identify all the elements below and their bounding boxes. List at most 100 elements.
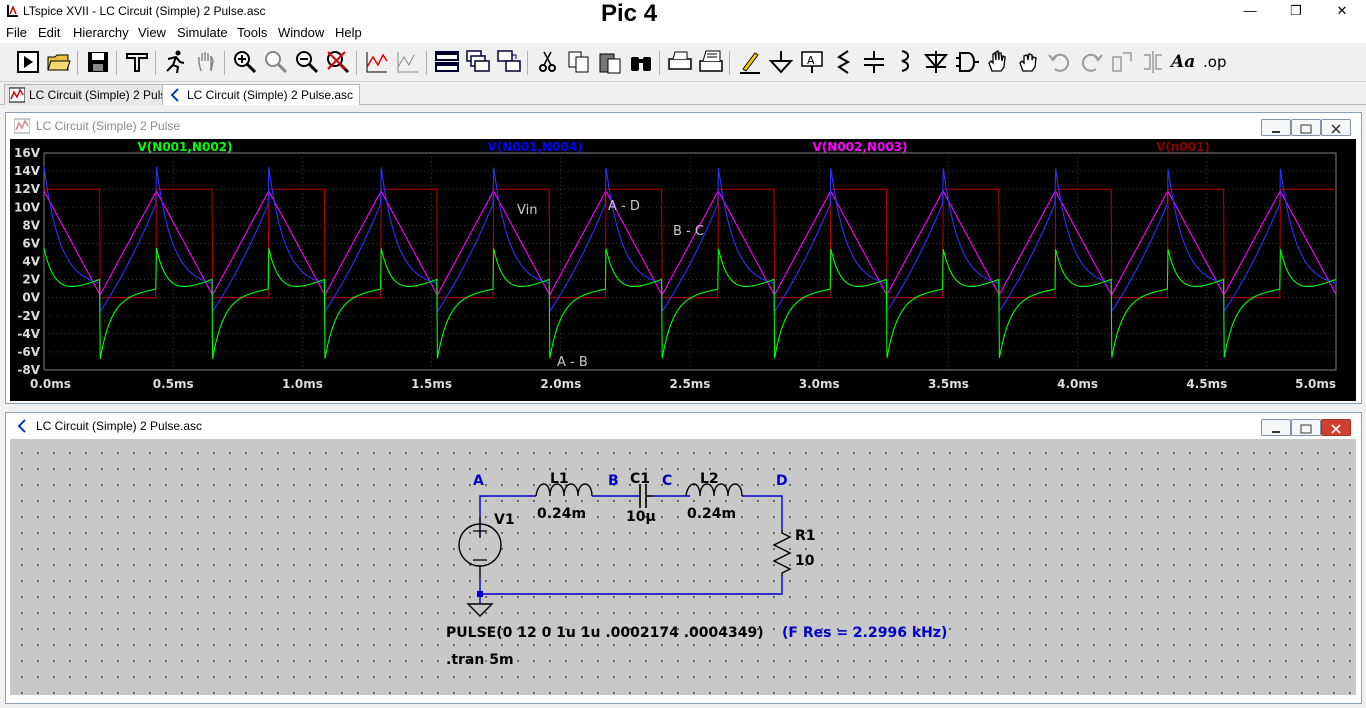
plot-annotation: Vin (517, 203, 537, 218)
find-icon[interactable] (628, 49, 654, 75)
waveform-window[interactable]: LC Circuit (Simple) 2 Pulse 16V 14V 12V 10V… (5, 112, 1362, 404)
toolbar-separator (729, 51, 730, 75)
menu-edit[interactable]: Edit (38, 25, 60, 40)
autorange-icon[interactable] (364, 49, 390, 75)
menu-view[interactable]: View (138, 25, 166, 40)
menu-file[interactable]: File (6, 25, 27, 40)
menu-window[interactable]: Window (278, 25, 324, 40)
spice-directive-icon[interactable]: .op (1203, 49, 1229, 75)
ground-icon[interactable] (768, 49, 794, 75)
x-tick-label: 5.0ms (1295, 377, 1336, 391)
cascade-icon[interactable] (465, 49, 491, 75)
trace-legend-label[interactable]: V(N002,N003) (813, 140, 908, 154)
waveform-plot[interactable]: 16V 14V 12V 10V 8V 6V 4V 2V 0V -2V -4V -6V -8V 0.0ms 0… (10, 139, 1356, 401)
y-tick-label: -4V (17, 327, 40, 341)
trace-line[interactable] (43, 190, 1337, 297)
diode-icon[interactable] (923, 49, 949, 75)
schematic-restore-button[interactable] (1291, 419, 1321, 436)
y-tick-label: 4V (22, 255, 40, 269)
capacitor-icon[interactable] (861, 49, 887, 75)
component-icon[interactable] (954, 49, 980, 75)
zoom-out-icon[interactable] (294, 49, 320, 75)
mirror-icon[interactable] (1140, 49, 1166, 75)
waveform-close-button[interactable] (1321, 119, 1351, 136)
waveform-chart[interactable]: 16V 14V 12V 10V 8V 6V 4V 2V 0V -2V -4V -6V -8V0.0ms 0… (10, 139, 1356, 401)
toolbar: A Aa .op (0, 43, 1366, 82)
schematic-canvas[interactable]: A B C D L1 0.24m C1 10µ L2 0.24m R1 10 V… (10, 439, 1356, 695)
waveform-tab-icon (9, 87, 25, 103)
schematic-drawing[interactable]: A B C D L1 0.24m C1 10µ L2 0.24m R1 10 V… (10, 439, 1356, 695)
resistor-r1[interactable] (772, 529, 792, 576)
tab-schematic[interactable]: LC Circuit (Simple) 2 Pulse.asc (162, 84, 361, 105)
schematic-close-button[interactable] (1321, 419, 1351, 436)
print-setup-icon[interactable] (698, 49, 724, 75)
y-tick-label: 12V (14, 182, 41, 196)
restore-button[interactable]: ❐ (1273, 0, 1319, 23)
copy-icon[interactable] (566, 49, 592, 75)
label-net-icon[interactable]: A (799, 49, 825, 75)
schematic-minimize-button[interactable] (1261, 419, 1291, 436)
minimize-button[interactable]: — (1227, 0, 1273, 23)
draw-wire-icon[interactable] (737, 49, 763, 75)
schematic-title-text: LC Circuit (Simple) 2 Pulse.asc (36, 419, 203, 433)
window-title: LTspice XVII - LC Circuit (Simple) 2 Pul… (23, 4, 266, 18)
text-icon[interactable]: Aa (1171, 49, 1197, 75)
run-icon[interactable] (15, 49, 41, 75)
waveform-minimize-button[interactable] (1261, 119, 1291, 136)
ground-symbol[interactable] (466, 591, 494, 617)
resistor-icon[interactable] (830, 49, 856, 75)
pulse-directive[interactable]: PULSE(0 12 0 1u 1u .0002174 .0004349) (446, 625, 764, 641)
zoom-in-icon[interactable] (232, 49, 258, 75)
menu-tools[interactable]: Tools (237, 25, 267, 40)
waveform-restore-button[interactable] (1291, 119, 1321, 136)
trace-legend-label[interactable]: V(n001) (1156, 140, 1210, 154)
r1-value: 10 (795, 553, 815, 569)
cut-icon[interactable] (535, 49, 561, 75)
rotate-icon[interactable] (1109, 49, 1135, 75)
v1-name: V1 (494, 512, 515, 528)
print-icon[interactable] (667, 49, 693, 75)
schematic-window-icon (17, 419, 26, 433)
paste-icon[interactable] (597, 49, 623, 75)
undo-icon[interactable] (1047, 49, 1073, 75)
menu-simulate[interactable]: Simulate (177, 25, 228, 40)
toolbar-separator (77, 51, 78, 75)
open-icon[interactable] (46, 49, 72, 75)
move-hand-icon[interactable] (985, 49, 1011, 75)
drag-hand-icon[interactable] (1016, 49, 1042, 75)
menu-hierarchy[interactable]: Hierarchy (73, 25, 129, 40)
zoom-cancel-icon[interactable] (325, 49, 351, 75)
x-tick-label: 0.5ms (153, 377, 194, 391)
menu-help[interactable]: Help (335, 25, 362, 40)
tran-directive[interactable]: .tran 5m (446, 652, 514, 668)
inductor-icon[interactable] (892, 49, 918, 75)
trace-legend-label[interactable]: V(N001,N002) (138, 140, 233, 154)
l1-value: 0.24m (537, 506, 586, 522)
schematic-window[interactable]: LC Circuit (Simple) 2 Pulse.asc A B C D … (5, 412, 1362, 704)
tile-vertical-icon[interactable] (496, 49, 522, 75)
plot-annotation: A - B (557, 355, 588, 370)
c1-value: 10µ (626, 509, 656, 525)
toolbar-separator (426, 51, 427, 75)
l1-name: L1 (550, 471, 569, 487)
trace-legend-label[interactable]: V(N001,N004) (488, 140, 583, 154)
wire-bottom (479, 576, 783, 595)
toolbar-separator (155, 51, 156, 75)
pick-traces-icon[interactable] (395, 49, 421, 75)
plot-annotation: B - C (673, 224, 704, 239)
tile-horizontal-icon[interactable] (434, 49, 460, 75)
capacitor-c1[interactable] (639, 484, 653, 508)
tab-waveform[interactable]: LC Circuit (Simple) 2 Pulse (4, 84, 181, 105)
node-label-d: D (776, 473, 788, 489)
x-tick-label: 4.5ms (1186, 377, 1227, 391)
resonance-comment[interactable]: (F Res = 2.2996 kHz) (782, 625, 947, 641)
pan-hand-icon[interactable] (193, 49, 219, 75)
control-panel-icon[interactable] (124, 49, 150, 75)
run-man-icon[interactable] (162, 49, 188, 75)
close-button[interactable]: ✕ (1319, 0, 1365, 23)
redo-icon[interactable] (1078, 49, 1104, 75)
save-icon[interactable] (85, 49, 111, 75)
x-tick-label: 1.0ms (282, 377, 323, 391)
waveform-window-title: LC Circuit (Simple) 2 Pulse (6, 113, 1361, 139)
zoom-area-icon[interactable] (263, 49, 289, 75)
